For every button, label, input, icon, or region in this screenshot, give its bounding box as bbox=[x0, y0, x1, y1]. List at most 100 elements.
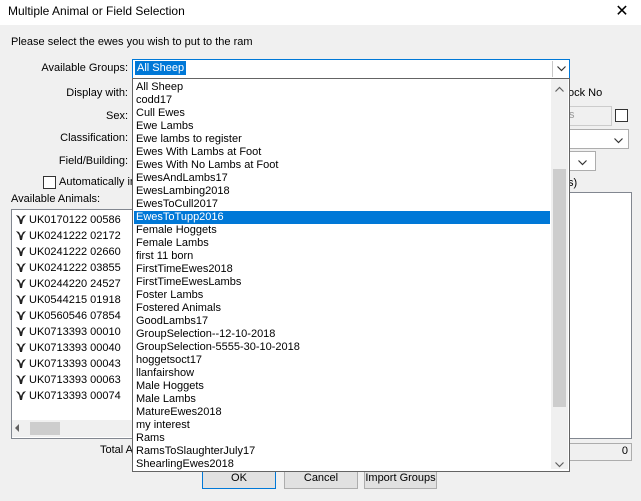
sex-label: Sex: bbox=[105, 110, 128, 122]
dropdown-option[interactable]: All Sheep bbox=[134, 81, 550, 94]
field-building-select[interactable] bbox=[568, 151, 596, 171]
sheep-icon bbox=[15, 261, 27, 273]
scroll-up-icon[interactable] bbox=[555, 83, 564, 95]
animal-tag-number: UK0560546 07854 bbox=[29, 310, 121, 322]
list-item[interactable]: UK0241222 02172 bbox=[15, 228, 121, 244]
auto-checkbox[interactable] bbox=[43, 176, 56, 189]
dropdown-option[interactable]: GoodLambs17 bbox=[134, 315, 550, 328]
animal-tag-number: UK0241222 02660 bbox=[29, 246, 121, 258]
classification-label: Classification: bbox=[60, 132, 128, 144]
instructions-text: Please select the ewes you wish to put t… bbox=[11, 36, 253, 48]
dropdown-option[interactable]: EwesLambing2018 bbox=[134, 185, 550, 198]
sheep-icon bbox=[15, 245, 27, 257]
dropdown-option[interactable]: Female Hoggets bbox=[134, 224, 550, 237]
sheep-icon bbox=[15, 293, 27, 305]
available-animals-list[interactable]: UK0170122 00586 UK0241222 02172 UK0241222 … bbox=[11, 209, 135, 439]
dropdown-option[interactable]: Foster Lambs bbox=[134, 289, 550, 302]
dropdown-option[interactable]: Ewe Lambs bbox=[134, 120, 550, 133]
animal-tag-number: UK0544215 01918 bbox=[29, 294, 121, 306]
dropdown-option[interactable]: FirstTimeEwes2018 bbox=[134, 263, 550, 276]
dropdown-option[interactable]: Ewes With Lambs at Foot bbox=[134, 146, 550, 159]
list-item[interactable]: UK0560546 07854 bbox=[15, 308, 121, 324]
dropdown-option[interactable]: Cull Ewes bbox=[134, 107, 550, 120]
list-item[interactable]: UK0241222 03855 bbox=[15, 260, 121, 276]
list-item[interactable]: UK0241222 02660 bbox=[15, 244, 121, 260]
dropdown-option[interactable]: EwesAndLambs17 bbox=[134, 172, 550, 185]
dropdown-option[interactable]: Ewes With No Lambs at Foot bbox=[134, 159, 550, 172]
total-label: Total A bbox=[100, 444, 134, 456]
sheep-icon bbox=[15, 213, 27, 225]
dropdown-option[interactable]: my interest bbox=[134, 419, 550, 432]
scroll-down-icon[interactable] bbox=[555, 459, 564, 471]
scroll-left-icon[interactable] bbox=[15, 424, 19, 432]
chevron-down-icon bbox=[578, 157, 587, 169]
animal-tag-number: UK0241222 02172 bbox=[29, 230, 121, 242]
available-groups-value: All Sheep bbox=[135, 61, 187, 75]
total-right-field: 0 bbox=[566, 443, 632, 461]
dropdown-option[interactable]: MatureEwes2018 bbox=[134, 406, 550, 419]
list-item[interactable]: UK0713393 00043 bbox=[15, 356, 121, 372]
dropdown-option[interactable]: Ewe lambs to register bbox=[134, 133, 550, 146]
animal-tag-number: UK0713393 00010 bbox=[29, 326, 121, 338]
display-with-right-text: ock No bbox=[568, 87, 603, 99]
list-item[interactable]: UK0244220 24527 bbox=[15, 276, 121, 292]
dropdown-option[interactable]: hoggetsoct17 bbox=[134, 354, 550, 367]
list-item[interactable]: UK0713393 00074 bbox=[15, 388, 121, 404]
sheep-icon bbox=[15, 325, 27, 337]
dropdown-option[interactable]: first 11 born bbox=[134, 250, 550, 263]
animal-tag-number: UK0713393 00063 bbox=[29, 374, 121, 386]
list-item[interactable]: UK0713393 00040 bbox=[15, 340, 121, 356]
available-animals-label: Available Animals: bbox=[11, 193, 101, 205]
list-item[interactable]: UK0713393 00063 bbox=[15, 372, 121, 388]
dropdown-vertical-scrollbar[interactable] bbox=[551, 79, 568, 469]
title-bar: Multiple Animal or Field Selection ✕ bbox=[0, 0, 641, 25]
animal-tag-number: UK0170122 00586 bbox=[29, 214, 121, 226]
list-item[interactable]: UK0544215 01918 bbox=[15, 292, 121, 308]
dropdown-option[interactable]: Female Lambs bbox=[134, 237, 550, 250]
dropdown-option[interactable]: GroupSelection-5555-30-10-2018 bbox=[134, 341, 550, 354]
available-groups-dropdown[interactable]: All Sheep codd17 Cull Ewes Ewe Lambs Ewe lam… bbox=[132, 78, 570, 472]
dropdown-option[interactable]: Rams bbox=[134, 432, 550, 445]
sheep-icon bbox=[15, 341, 27, 353]
dropdown-option[interactable]: EwesToCull2017 bbox=[134, 198, 550, 211]
animal-tag-number: UK0241222 03855 bbox=[29, 262, 121, 274]
animal-tag-number: UK0713393 00040 bbox=[29, 342, 121, 354]
sex-select[interactable]: s bbox=[568, 106, 612, 126]
dropdown-option[interactable]: llanfairshow bbox=[134, 367, 550, 380]
animal-tag-number: UK0713393 00074 bbox=[29, 390, 121, 402]
display-with-label: Display with: bbox=[66, 87, 128, 99]
dropdown-option[interactable]: codd17 bbox=[134, 94, 550, 107]
sheep-icon bbox=[15, 389, 27, 401]
dropdown-option[interactable]: ShearlingEwes2018 bbox=[134, 458, 550, 471]
dropdown-option[interactable]: RamsToSlaughterJuly17 bbox=[134, 445, 550, 458]
available-groups-combobox[interactable]: All Sheep bbox=[132, 59, 570, 79]
list-item[interactable]: UK0713393 00010 bbox=[15, 324, 121, 340]
dropdown-option[interactable]: Fostered Animals bbox=[134, 302, 550, 315]
dropdown-option[interactable]: Male Lambs bbox=[134, 393, 550, 406]
list-item[interactable]: UK0170122 00586 bbox=[15, 212, 121, 228]
animal-tag-number: UK0244220 24527 bbox=[29, 278, 121, 290]
scroll-thumb[interactable] bbox=[553, 169, 566, 407]
field-building-label: Field/Building: bbox=[58, 155, 128, 167]
total-right-value: 0 bbox=[621, 445, 628, 457]
selected-animals-list[interactable] bbox=[566, 192, 632, 439]
chevron-down-icon[interactable] bbox=[552, 61, 569, 77]
chevron-down-icon bbox=[614, 135, 623, 147]
auto-checkbox-label: Automatically in bbox=[59, 176, 137, 188]
scroll-thumb[interactable] bbox=[30, 422, 60, 435]
dropdown-option[interactable]: FirstTimeEwesLambs bbox=[134, 276, 550, 289]
animal-tag-number: UK0713393 00043 bbox=[29, 358, 121, 370]
close-icon[interactable]: ✕ bbox=[604, 0, 640, 25]
sheep-icon bbox=[15, 373, 27, 385]
sex-checkbox[interactable] bbox=[615, 109, 628, 122]
dropdown-option[interactable]: EwesToTupp2016 bbox=[134, 211, 550, 224]
dropdown-option[interactable]: Male Hoggets bbox=[134, 380, 550, 393]
dropdown-option[interactable]: GroupSelection--12-10-2018 bbox=[134, 328, 550, 341]
sheep-icon bbox=[15, 277, 27, 289]
window-title: Multiple Animal or Field Selection bbox=[8, 4, 185, 18]
sheep-icon bbox=[15, 357, 27, 369]
classification-select[interactable] bbox=[568, 129, 629, 149]
sheep-icon bbox=[15, 229, 27, 241]
horizontal-scrollbar[interactable] bbox=[12, 420, 134, 437]
sheep-icon bbox=[15, 309, 27, 321]
